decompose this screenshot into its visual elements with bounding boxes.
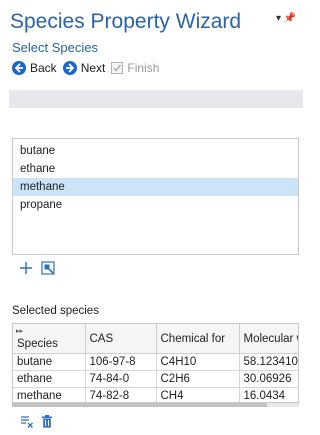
cell-species[interactable]: ethane <box>13 370 86 388</box>
table-toolbar <box>20 415 60 428</box>
column-header-formula[interactable]: Chemical for <box>156 324 240 354</box>
table-row[interactable]: ethane 74-84-0 C2H6 30.06926 <box>13 370 298 388</box>
selected-species-label: Selected species <box>12 305 99 317</box>
cell-molecular-weight[interactable]: 58.123410 <box>239 353 298 371</box>
next-button-label: Next <box>80 61 106 75</box>
list-item[interactable]: ethane <box>13 160 298 178</box>
species-listbox[interactable]: butane ethane methane propane <box>12 138 299 255</box>
scrollbar-thumb[interactable] <box>12 403 267 407</box>
search-band <box>9 90 303 108</box>
cell-cas[interactable]: 74-82-8 <box>85 387 157 402</box>
list-item[interactable]: butane <box>13 142 298 160</box>
column-header-cas[interactable]: CAS <box>85 324 157 354</box>
cell-formula[interactable]: C2H6 <box>156 370 240 388</box>
finish-button[interactable]: Finish <box>111 61 159 75</box>
cell-species[interactable]: methane <box>13 387 86 402</box>
cell-formula[interactable]: CH4 <box>156 387 240 402</box>
table-row[interactable]: butane 106-97-8 C4H10 58.123410 <box>13 353 298 371</box>
sort-icon: ▸▸ <box>16 328 24 335</box>
cell-cas[interactable]: 106-97-8 <box>85 353 157 371</box>
list-item[interactable]: propane <box>13 196 298 214</box>
cell-formula[interactable]: C4H10 <box>156 353 240 371</box>
wizard-title: Species Property Wizard <box>10 10 242 33</box>
cell-species[interactable]: butane <box>13 353 86 371</box>
back-button[interactable]: Back <box>12 61 57 75</box>
next-button[interactable]: Next <box>62 61 106 75</box>
column-header-species[interactable]: ▸▸ Species <box>13 324 86 354</box>
column-header-molecular-weight[interactable]: Molecular we <box>239 324 298 354</box>
cell-molecular-weight[interactable]: 16.0434 <box>239 387 298 402</box>
clear-list-icon[interactable] <box>20 415 34 428</box>
add-icon[interactable] <box>20 262 32 274</box>
finish-button-label: Finish <box>127 61 160 75</box>
back-arrow-icon <box>12 61 26 75</box>
finish-check-icon <box>111 62 124 74</box>
cell-cas[interactable]: 74-84-0 <box>85 370 157 388</box>
next-arrow-icon <box>62 61 77 75</box>
wizard-navigation: Back Next Finish <box>12 59 165 77</box>
selected-species-table: ▸▸Species CAS Chemical for Molecular we … <box>12 323 299 403</box>
list-item-selected[interactable]: methane <box>13 178 298 196</box>
delete-icon[interactable] <box>41 415 53 428</box>
list-toolbar <box>20 261 64 275</box>
pin-icon[interactable]: ▾ 📌 <box>276 13 296 24</box>
cell-molecular-weight[interactable]: 30.06926 <box>239 370 298 388</box>
table-header-row: ▸▸Species CAS Chemical for Molecular we <box>13 324 298 354</box>
wizard-subtitle: Select Species <box>12 40 98 55</box>
back-button-label: Back <box>30 61 57 75</box>
table-row[interactable]: methane 74-82-8 CH4 16.0434 <box>13 387 298 402</box>
table-horizontal-scrollbar[interactable] <box>12 403 299 407</box>
add-from-list-icon[interactable] <box>41 261 55 275</box>
